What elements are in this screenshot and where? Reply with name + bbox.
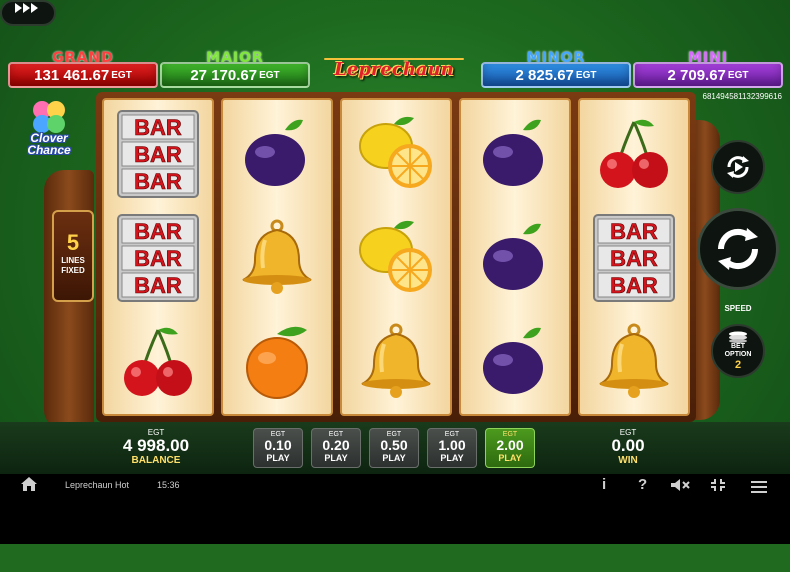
jackpot-currency: EGT <box>727 69 749 81</box>
game-logo: Leprechaun Hot <box>318 52 470 116</box>
jackpot-currency: EGT <box>259 69 280 81</box>
jackpot-amount: 131 461.67 <box>34 66 110 84</box>
bet-value: 0.50 <box>380 437 408 453</box>
svg-text:BAR: BAR <box>134 115 182 140</box>
spin-button[interactable] <box>697 208 779 290</box>
jackpot-amount: 27 170.67 <box>190 66 258 84</box>
reel-frame: BAR BAR BAR BAR BAR BAR BAR BAR BAR <box>96 92 696 422</box>
reel-symbol-plum <box>223 102 331 206</box>
bet-value: 0.20 <box>322 437 350 453</box>
bet-label: PLAY <box>266 453 290 463</box>
bet-button-0-50[interactable]: EGT 0.50 PLAY <box>369 428 419 468</box>
reel-symbol-bar-triple: BAR BAR BAR <box>104 102 212 206</box>
clock: 15:36 <box>157 480 180 490</box>
jackpot-grand: GRAND 131 461.67 EGT <box>8 50 158 90</box>
game-round-id: 681494581132399616 <box>702 92 783 101</box>
jackpot-amount-box: 2 709.67 EGT <box>633 62 783 88</box>
speed-button[interactable] <box>0 0 56 26</box>
reel-3 <box>340 98 452 416</box>
bet-option-value: 2 <box>734 359 742 371</box>
jackpot-amount: 2 825.67 <box>515 66 574 84</box>
reel-symbol-cherries <box>104 310 212 414</box>
bottom-panel: EGT 4 998.00 BALANCE EGT 0.10 PLAY EGT 0… <box>0 422 790 474</box>
reel-symbol-bell <box>342 310 450 414</box>
speed-label: SPEED <box>724 304 752 313</box>
reel-1: BAR BAR BAR BAR BAR BAR <box>102 98 214 416</box>
svg-text:BAR: BAR <box>610 246 658 271</box>
autoplay-icon <box>727 156 749 178</box>
jackpot-amount-box: 2 825.67 EGT <box>481 62 631 88</box>
bottom-toolbar: Leprechaun Hot 15:36 i ? <box>0 474 790 496</box>
black-bar <box>0 496 790 544</box>
clover-chance-badge: Clover Chance <box>14 98 84 168</box>
jackpot-major: MAJOR 27 170.67 EGT <box>160 50 310 90</box>
reel-symbol-plum <box>461 310 569 414</box>
balance-display: EGT 4 998.00 BALANCE <box>104 428 208 466</box>
reel-symbol-lemon <box>342 206 450 310</box>
bet-button-2-00[interactable]: EGT 2.00 PLAY <box>485 428 535 468</box>
bet-value: 2.00 <box>496 437 524 453</box>
reel-symbol-bell <box>223 206 331 310</box>
fixed-label: FIXED <box>61 266 85 275</box>
speed-icon <box>15 3 38 13</box>
svg-text:BAR: BAR <box>134 219 182 244</box>
info-icon[interactable]: i <box>602 474 606 496</box>
balance-label: BALANCE <box>131 455 181 466</box>
bet-option-label-2: OPTION <box>724 351 752 358</box>
win-value: 0.00 <box>611 436 645 455</box>
win-display: EGT 0.00 WIN <box>590 428 666 466</box>
bottom-background <box>0 544 790 572</box>
reel-4 <box>459 98 571 416</box>
balance-value: 4 998.00 <box>122 436 190 455</box>
bet-value: 1.00 <box>438 437 466 453</box>
reel-symbol-plum <box>461 102 569 206</box>
reel-symbol-bar-triple: BAR BAR BAR <box>580 206 688 310</box>
clover-chance-label: Clover Chance <box>27 131 71 157</box>
bet-value: 0.10 <box>264 437 292 453</box>
svg-text:BAR: BAR <box>610 219 658 244</box>
reel-symbol-bar-triple: BAR BAR BAR <box>104 206 212 310</box>
reel-5: BAR BAR BAR <box>578 98 690 416</box>
svg-text:BAR: BAR <box>610 273 658 298</box>
reel-symbol-plum <box>461 206 569 310</box>
bet-button-1-00[interactable]: EGT 1.00 PLAY <box>427 428 477 468</box>
game-stage: GRAND 131 461.67 EGT MAJOR 27 170.67 EGT L… <box>0 0 790 572</box>
bet-label: PLAY <box>382 453 406 463</box>
reel-symbol-orange <box>223 310 331 414</box>
bet-option-label: BET <box>731 343 745 350</box>
lines-fixed-badge: 5 LINES FIXED <box>52 210 94 302</box>
coins-icon <box>729 331 747 343</box>
lines-label: LINES <box>61 256 85 265</box>
game-title: Leprechaun Hot <box>65 480 130 490</box>
bet-option-button[interactable]: BET OPTION 2 <box>711 324 765 378</box>
reel-symbol-lemon <box>342 102 450 206</box>
win-label: WIN <box>618 455 638 466</box>
jackpot-amount: 2 709.67 <box>667 66 726 84</box>
bet-label: PLAY <box>498 453 522 463</box>
jackpot-amount-box: 27 170.67 EGT <box>160 62 310 88</box>
bet-button-0-10[interactable]: EGT 0.10 PLAY <box>253 428 303 468</box>
bet-button-0-20[interactable]: EGT 0.20 PLAY <box>311 428 361 468</box>
reel-symbol-cherries <box>580 102 688 206</box>
help-icon[interactable]: ? <box>638 474 647 496</box>
jackpot-minor: MINOR 2 825.67 EGT <box>481 50 631 90</box>
reel-symbol-bell <box>580 310 688 414</box>
svg-text:BAR: BAR <box>134 246 182 271</box>
jackpot-amount-box: 131 461.67 EGT <box>8 62 158 88</box>
lines-count: 5 <box>66 230 80 255</box>
svg-text:BAR: BAR <box>134 142 182 167</box>
jackpot-currency: EGT <box>575 69 597 81</box>
reel-2 <box>221 98 333 416</box>
bet-label: PLAY <box>324 453 348 463</box>
spin-icon <box>717 228 759 270</box>
autoplay-button[interactable] <box>711 140 765 194</box>
svg-text:BAR: BAR <box>134 169 182 194</box>
jackpot-currency: EGT <box>111 69 132 81</box>
svg-text:BAR: BAR <box>134 273 182 298</box>
jackpot-mini: MINI 2 709.67 EGT <box>633 50 783 90</box>
bet-label: PLAY <box>440 453 464 463</box>
